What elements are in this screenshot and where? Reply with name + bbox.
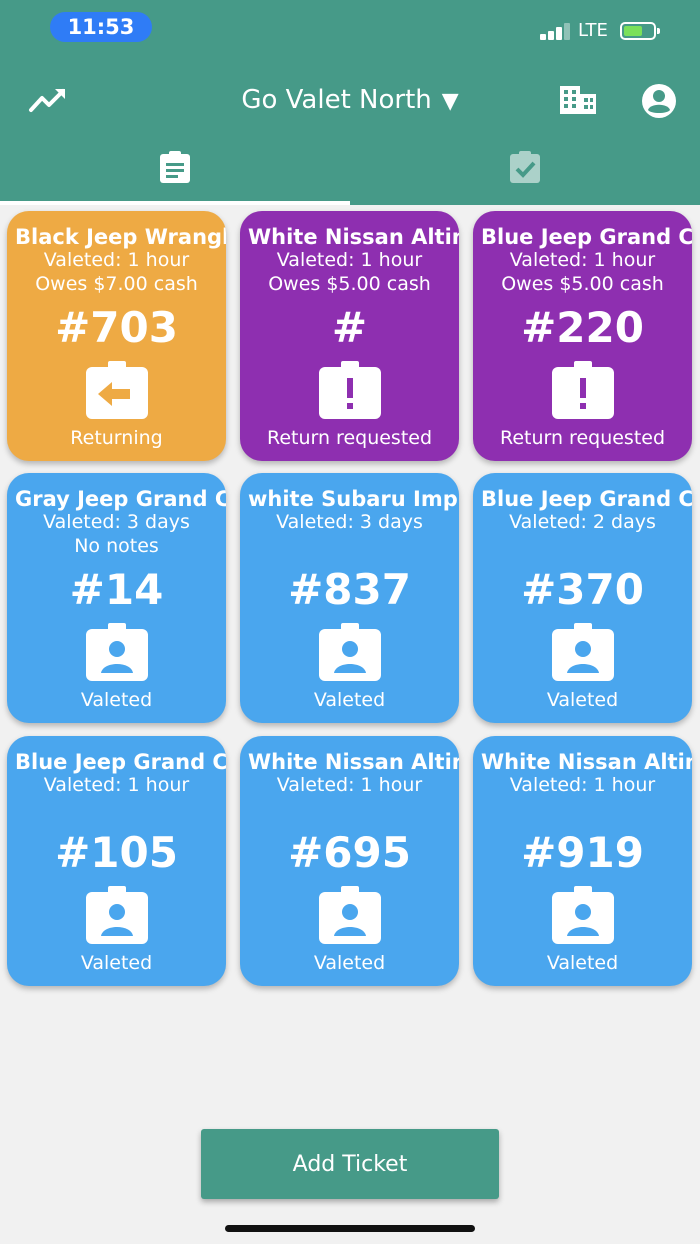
building-icon[interactable]	[558, 84, 598, 116]
battery-icon	[620, 22, 660, 40]
valeted-duration: Valeted: 1 hour	[509, 249, 656, 271]
vehicle-description: White Nissan Altima	[248, 225, 459, 249]
vehicle-description: Blue Jeep Grand Cherokee	[481, 225, 692, 249]
vehicle-description: White Nissan Altima	[481, 750, 692, 774]
ticket-number: #703	[55, 303, 178, 352]
ticket-card[interactable]: Blue Jeep Grand CherokeeValeted: 1 hour #…	[7, 736, 226, 986]
ticket-card[interactable]: Blue Jeep Grand CherokeeValeted: 2 days #…	[473, 473, 692, 723]
status-time: 11:53	[50, 12, 152, 42]
valeted-duration: Valeted: 1 hour	[43, 774, 190, 796]
tab-active-tickets[interactable]	[0, 140, 350, 205]
ticket-card[interactable]: Blue Jeep Grand CherokeeValeted: 1 hourO…	[473, 211, 692, 461]
ticket-status: Returning	[70, 427, 163, 449]
location-selector[interactable]: Go Valet North ▼	[150, 72, 550, 128]
network-type: LTE	[578, 20, 608, 41]
badge-person-icon	[319, 886, 381, 944]
tab-completed-tickets[interactable]	[350, 140, 700, 205]
home-indicator	[225, 1225, 475, 1232]
add-ticket-button[interactable]: Add Ticket	[201, 1129, 499, 1199]
ticket-number: #370	[521, 565, 644, 614]
badge-person-icon	[86, 886, 148, 944]
ticket-card[interactable]: White Nissan AltimaValeted: 1 hour #695 Va…	[240, 736, 459, 986]
badge-person-icon	[319, 623, 381, 681]
app-header: 11:53 LTE Go Valet North ▼	[0, 0, 700, 205]
ticket-status: Return requested	[266, 427, 433, 449]
ticket-card[interactable]: white Subaru ImprezaValeted: 3 days #837 V…	[240, 473, 459, 723]
vehicle-description: Blue Jeep Grand Cherokee	[481, 487, 692, 511]
ticket-status: Valeted	[546, 952, 619, 974]
ticket-card[interactable]: Black Jeep WranglerValeted: 1 hourOwes $…	[7, 211, 226, 461]
valeted-duration: Valeted: 1 hour	[276, 774, 423, 796]
ticket-status: Valeted	[80, 952, 153, 974]
ticket-status: Valeted	[313, 952, 386, 974]
valeted-duration: Valeted: 3 days	[276, 511, 423, 533]
ticket-number: #695	[288, 828, 411, 877]
clipboard-list-icon	[160, 151, 190, 183]
vehicle-description: White Nissan Altima	[248, 750, 459, 774]
ticket-number: #14	[69, 565, 164, 614]
clipboard-check-icon	[510, 151, 540, 183]
alert-badge-icon	[319, 361, 381, 419]
valeted-duration: Valeted: 1 hour	[276, 249, 423, 271]
ticket-number: #105	[55, 828, 178, 877]
ticket-number: #220	[521, 303, 644, 352]
valeted-duration: Valeted: 1 hour	[509, 774, 656, 796]
valeted-duration: Valeted: 1 hour	[43, 249, 190, 271]
ticket-status: Return requested	[499, 427, 666, 449]
signal-strength-icon	[540, 22, 572, 40]
account-circle-icon[interactable]	[640, 82, 678, 120]
nav-bar: Go Valet North ▼	[0, 72, 700, 128]
alert-badge-icon	[552, 361, 614, 419]
location-name: Go Valet North	[241, 85, 432, 115]
trending-up-icon[interactable]	[28, 82, 68, 118]
vehicle-description: Gray Jeep Grand Cherokee	[15, 487, 226, 511]
status-bar: 11:53 LTE	[0, 0, 700, 56]
ticket-note: No notes	[74, 535, 159, 557]
vehicle-description: white Subaru Impreza	[248, 487, 459, 511]
ticket-status: Valeted	[546, 689, 619, 711]
ticket-number: #919	[521, 828, 644, 877]
chevron-down-icon: ▼	[441, 89, 459, 114]
badge-person-icon	[552, 886, 614, 944]
ticket-card[interactable]: Gray Jeep Grand CherokeeValeted: 3 daysN…	[7, 473, 226, 723]
ticket-status: Valeted	[80, 689, 153, 711]
ticket-card[interactable]: White Nissan AltimaValeted: 1 hour #919 Va…	[473, 736, 692, 986]
ticket-status: Valeted	[313, 689, 386, 711]
valeted-duration: Valeted: 3 days	[43, 511, 190, 533]
ticket-number: #837	[288, 565, 411, 614]
return-arrow-icon	[86, 361, 148, 419]
tab-indicator	[0, 201, 350, 205]
ticket-note: Owes $5.00 cash	[268, 273, 431, 295]
ticket-note: Owes $7.00 cash	[35, 273, 198, 295]
badge-person-icon	[86, 623, 148, 681]
ticket-tabs	[0, 140, 700, 205]
ticket-note: Owes $5.00 cash	[501, 273, 664, 295]
ticket-number: #	[331, 303, 368, 352]
badge-person-icon	[552, 623, 614, 681]
vehicle-description: Black Jeep Wrangler	[15, 225, 226, 249]
valeted-duration: Valeted: 2 days	[509, 511, 656, 533]
vehicle-description: Blue Jeep Grand Cherokee	[15, 750, 226, 774]
ticket-card[interactable]: White Nissan AltimaValeted: 1 hourOwes $…	[240, 211, 459, 461]
